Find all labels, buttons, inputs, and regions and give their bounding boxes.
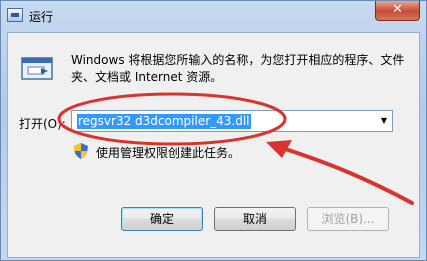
- browse-button[interactable]: 浏览(B)...: [307, 207, 389, 231]
- admin-privilege-note: 使用管理权限创建此任务。: [96, 146, 241, 160]
- button-row: 确定 取消 浏览(B)...: [8, 207, 419, 259]
- ok-button[interactable]: 确定: [121, 207, 203, 231]
- dropdown-arrow-icon[interactable]: ▼: [378, 114, 390, 128]
- window-title: 运行: [29, 10, 54, 24]
- command-combobox[interactable]: regsvr32 d3dcompiler_43.dll ▼: [71, 110, 393, 132]
- run-app-icon: [7, 8, 23, 22]
- command-input[interactable]: regsvr32 d3dcompiler_43.dll: [77, 114, 251, 129]
- uac-shield-icon: [74, 143, 88, 159]
- cancel-button[interactable]: 取消: [214, 207, 296, 231]
- run-dialog-window: 运行 ✕ Windows 将根据您所输入的名称，为您打开相应的程序、文件夹、文档…: [0, 0, 427, 261]
- dialog-client-area: Windows 将根据您所输入的名称，为您打开相应的程序、文件夹、文档或 Int…: [7, 32, 420, 258]
- open-label: 打开(O):: [19, 117, 66, 131]
- title-bar[interactable]: 运行 ✕: [1, 1, 426, 31]
- run-program-icon: [21, 57, 53, 80]
- dialog-description: Windows 将根据您所输入的名称，为您打开相应的程序、文件夹、文档或 Int…: [71, 53, 405, 84]
- close-button[interactable]: ✕: [375, 1, 420, 21]
